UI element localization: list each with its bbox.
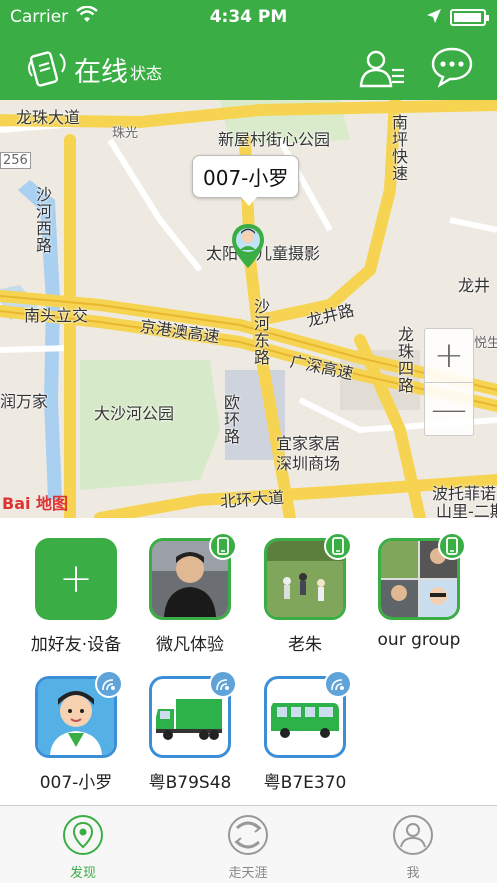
group-tile[interactable]: our group xyxy=(364,532,474,650)
map-label: 悦生 xyxy=(474,336,497,351)
map-label: 沙河西路 xyxy=(33,186,52,254)
map-label: 南坪快速 xyxy=(389,114,408,182)
tab-discover[interactable]: 发现 xyxy=(33,814,133,881)
satellite-badge-icon xyxy=(95,670,123,698)
satellite-badge-icon xyxy=(324,670,352,698)
map-label: 龙井 xyxy=(458,276,491,295)
tab-bar: 发现 走天涯 我 xyxy=(0,805,497,883)
satellite-badge-icon xyxy=(209,670,237,698)
tile-name: 加好友·设备 xyxy=(30,635,122,655)
map-label: 大沙河公园 xyxy=(94,404,175,423)
phone-badge-icon xyxy=(209,532,237,560)
person-icon xyxy=(393,815,433,855)
location-pin-icon xyxy=(63,815,103,855)
map-label: 山里-二期 xyxy=(436,502,497,518)
phone-signal-icon xyxy=(24,48,72,92)
contact-tile[interactable]: 微凡体验 xyxy=(135,532,245,655)
phone-badge-icon xyxy=(438,532,466,560)
clock: 4:34 PM xyxy=(209,7,288,27)
page-title: 在线 xyxy=(74,57,128,88)
tile-name: 微凡体验 xyxy=(156,635,224,655)
map-callout[interactable]: 007-小罗 xyxy=(192,155,300,206)
route-icon xyxy=(228,815,268,855)
zoom-out-button[interactable]: — xyxy=(425,383,473,436)
map-label: 欧环路 xyxy=(221,394,240,445)
tile-name: 007-小罗 xyxy=(39,773,113,793)
chat-bubble-icon[interactable] xyxy=(430,46,474,92)
location-arrow-icon xyxy=(426,8,442,29)
tracker-tile[interactable]: 007-小罗 xyxy=(21,670,131,793)
map-label: 新屋村街心公园 xyxy=(218,130,331,149)
tab-travel[interactable]: 走天涯 xyxy=(198,814,298,881)
tracker-pin-icon[interactable] xyxy=(230,222,266,274)
device-grid: + 加好友·设备 微凡体验 老朱 our group 007-小罗 粤B79S4… xyxy=(0,518,497,805)
map-label: 深圳商场 xyxy=(276,454,341,473)
map-label: 南头立交 xyxy=(24,306,89,325)
tile-name: 粤B7E370 xyxy=(263,773,347,793)
map-label: 北环大道 xyxy=(219,487,285,512)
contacts-list-icon[interactable] xyxy=(358,46,406,94)
add-button[interactable]: + xyxy=(35,538,117,620)
tab-me[interactable]: 我 xyxy=(363,814,463,881)
status-bar: Carrier 4:34 PM xyxy=(0,0,497,36)
map-label: 沙河东路 xyxy=(251,298,270,366)
tab-label: 发现 xyxy=(69,866,96,881)
contact-tile[interactable]: 老朱 xyxy=(250,532,360,655)
map-label: 龙珠四路 xyxy=(395,326,414,394)
tile-name: our group xyxy=(377,630,461,650)
map-label: 润万家 xyxy=(0,392,49,411)
page-subtitle: 状态 xyxy=(130,64,163,83)
tab-label: 走天涯 xyxy=(228,866,268,881)
tab-label: 我 xyxy=(406,866,420,881)
baidu-map-logo: Bai 地图 xyxy=(2,494,69,513)
map-view[interactable]: 龙珠大道 珠光 新屋村街心公园 南坪快速 256 沙河西路 太阳 儿童摄影 龙井… xyxy=(0,100,497,518)
battery-icon xyxy=(450,9,489,26)
map-label: 256 xyxy=(0,152,31,169)
tracker-tile[interactable]: 粤B79S48 xyxy=(135,670,245,793)
tile-name: 老朱 xyxy=(288,635,322,655)
zoom-control: + — xyxy=(424,328,474,436)
top-bar: Carrier 4:34 PM 在线 状态 xyxy=(0,0,497,100)
phone-badge-icon xyxy=(324,532,352,560)
zoom-in-button[interactable]: + xyxy=(425,329,473,382)
add-friend-device-tile[interactable]: + 加好友·设备 xyxy=(21,538,131,655)
map-label: 珠光 xyxy=(112,126,139,141)
tile-name: 粤B79S48 xyxy=(148,773,232,793)
tracker-tile[interactable]: 粤B7E370 xyxy=(250,670,360,793)
map-label: 龙珠大道 xyxy=(16,108,81,127)
nav-bar: 在线 状态 xyxy=(0,36,497,100)
